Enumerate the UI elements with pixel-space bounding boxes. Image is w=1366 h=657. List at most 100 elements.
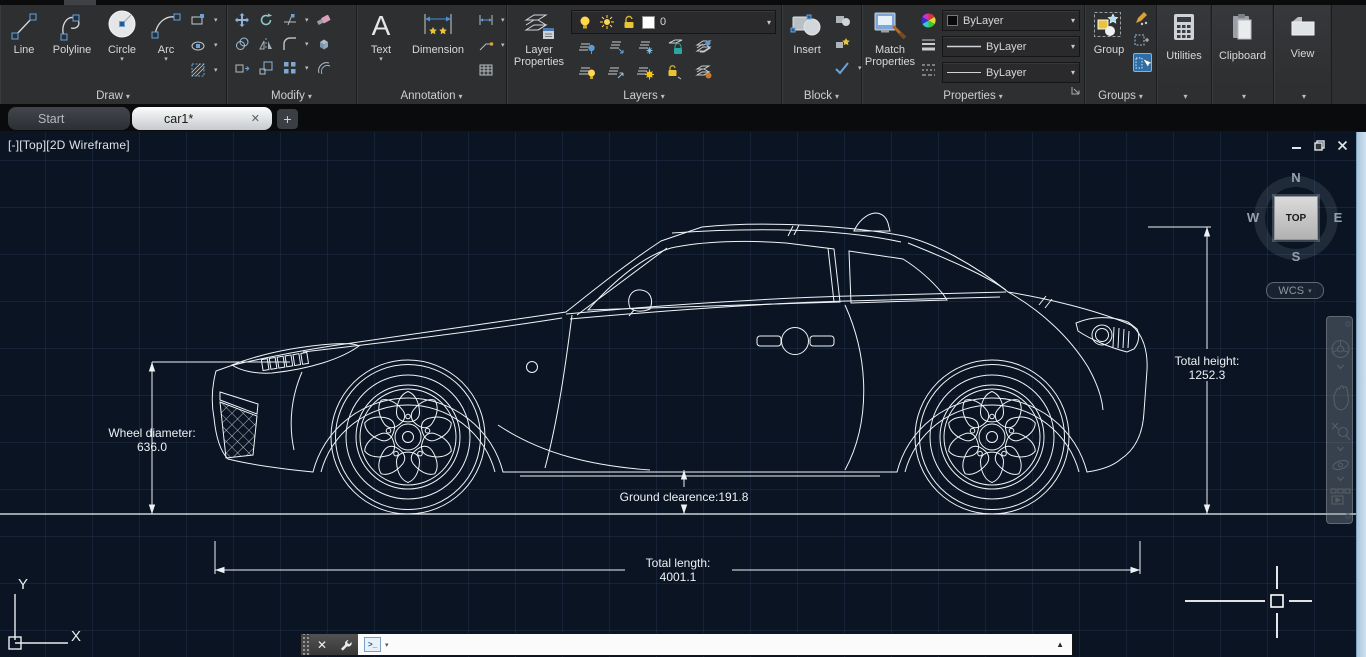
erase-icon[interactable] bbox=[316, 12, 333, 29]
view-button[interactable]: View bbox=[1275, 5, 1330, 86]
tab-drawing-car1[interactable]: car1* ✕ bbox=[132, 107, 272, 130]
draw-panel-title[interactable]: Draw▾ bbox=[0, 90, 226, 102]
linetype-icon[interactable] bbox=[920, 62, 937, 84]
fillet-caret[interactable]: ▾ bbox=[305, 40, 309, 48]
wcs-menu[interactable]: WCS▾ bbox=[1266, 282, 1324, 299]
fillet-icon[interactable] bbox=[281, 36, 298, 53]
linear-dimension-tool[interactable]: ▾ bbox=[477, 9, 505, 31]
move-icon[interactable] bbox=[233, 12, 250, 29]
rectangle-tool[interactable]: ▾ bbox=[190, 9, 218, 31]
explode-icon[interactable] bbox=[316, 36, 333, 53]
modify-panel-title[interactable]: Modify▾ bbox=[227, 90, 356, 102]
polyline-button[interactable]: Polyline bbox=[46, 8, 98, 56]
layer-pin-icon[interactable] bbox=[579, 39, 596, 56]
trim-caret[interactable]: ▾ bbox=[305, 16, 309, 24]
layer-combo-caret[interactable]: ▾ bbox=[767, 18, 771, 27]
layer-match-icon[interactable] bbox=[608, 39, 625, 56]
circle-button[interactable]: Circle ▾ bbox=[100, 8, 144, 64]
offset-icon[interactable] bbox=[316, 60, 333, 77]
layer-unlock-tool-icon[interactable] bbox=[666, 64, 683, 81]
ellipse-caret[interactable]: ▾ bbox=[214, 41, 218, 49]
rotate-icon[interactable] bbox=[257, 12, 274, 29]
rectangle-caret[interactable]: ▾ bbox=[214, 16, 218, 24]
clipboard-button[interactable]: Clipboard bbox=[1213, 5, 1272, 86]
restore-icon[interactable] bbox=[1311, 140, 1327, 151]
ungroup-tool[interactable] bbox=[1133, 9, 1150, 31]
command-history-toggle[interactable]: ▲ bbox=[1056, 640, 1064, 649]
view-panel-caret[interactable]: ▾ bbox=[1274, 90, 1331, 102]
linear-dimension-caret[interactable]: ▾ bbox=[501, 16, 505, 24]
layer-states-icon[interactable] bbox=[695, 39, 712, 56]
steering-wheel-icon[interactable] bbox=[1332, 341, 1349, 358]
command-input-area[interactable]: >_ ▾ ▲ bbox=[358, 634, 1072, 655]
group-edit-tool[interactable] bbox=[1133, 31, 1150, 53]
clipboard-panel-caret[interactable]: ▾ bbox=[1212, 90, 1273, 102]
scale-icon[interactable] bbox=[257, 60, 274, 77]
viewcube-east[interactable]: E bbox=[1323, 210, 1353, 225]
drawing-canvas[interactable]: Y X Wheel diameter: 636.0 Total height: … bbox=[0, 132, 1366, 657]
layer-on-icon[interactable] bbox=[579, 64, 596, 81]
create-block-tool[interactable] bbox=[834, 9, 851, 31]
minimize-icon[interactable] bbox=[1288, 140, 1304, 151]
viewcube-west[interactable]: W bbox=[1238, 210, 1268, 225]
annotation-panel-title[interactable]: Annotation▾ bbox=[357, 90, 506, 102]
command-bar-drag-handle[interactable] bbox=[301, 634, 310, 655]
leader-caret[interactable]: ▾ bbox=[501, 41, 505, 49]
orbit-icon[interactable] bbox=[1332, 459, 1350, 472]
leader-tool[interactable]: ▾ bbox=[477, 34, 505, 56]
zoom-icon[interactable] bbox=[1332, 423, 1350, 440]
block-panel-title[interactable]: Block▾ bbox=[782, 90, 861, 102]
manage-attributes-tool[interactable]: ▾ bbox=[834, 57, 862, 79]
lineweight-combo[interactable]: ByLayer ▾ bbox=[942, 36, 1080, 57]
showmotion-icon[interactable] bbox=[1331, 489, 1350, 504]
array-caret[interactable]: ▾ bbox=[305, 64, 309, 72]
lineweight-caret[interactable]: ▾ bbox=[1071, 42, 1075, 51]
viewcube-south[interactable]: S bbox=[1281, 249, 1311, 264]
linetype-caret[interactable]: ▾ bbox=[1071, 68, 1075, 77]
layer-freeze-icon[interactable] bbox=[637, 39, 654, 56]
arc-button[interactable]: Arc ▾ bbox=[146, 8, 186, 64]
insert-button[interactable]: Insert bbox=[784, 8, 830, 56]
circle-flyout-caret[interactable]: ▾ bbox=[100, 56, 144, 64]
dimension-button[interactable]: Dimension bbox=[403, 8, 473, 56]
table-tool[interactable] bbox=[477, 59, 494, 81]
copy-icon[interactable] bbox=[233, 36, 250, 53]
command-input[interactable] bbox=[393, 637, 1053, 653]
viewport-controls-label[interactable]: [-][Top][2D Wireframe] bbox=[8, 138, 130, 152]
text-button[interactable]: A Text ▾ bbox=[361, 8, 401, 64]
layer-lock-icon[interactable] bbox=[666, 39, 683, 56]
layer-thaw-icon[interactable] bbox=[637, 64, 654, 81]
linetype-combo[interactable]: ByLayer ▾ bbox=[942, 62, 1080, 83]
hatch-tool[interactable]: ▾ bbox=[190, 59, 218, 81]
viewcube-top-face[interactable]: TOP bbox=[1274, 196, 1318, 240]
array-icon[interactable] bbox=[281, 60, 298, 77]
groups-panel-title[interactable]: Groups▾ bbox=[1085, 90, 1156, 102]
text-caret[interactable]: ▾ bbox=[361, 56, 401, 64]
define-attributes-tool[interactable] bbox=[834, 33, 851, 55]
match-properties-button[interactable]: Match Properties bbox=[864, 8, 916, 68]
color-wheel-icon[interactable] bbox=[920, 12, 937, 34]
layer-previous-icon[interactable] bbox=[608, 64, 625, 81]
new-tab-button[interactable]: + bbox=[277, 109, 298, 129]
utilities-panel-caret[interactable]: ▾ bbox=[1157, 90, 1211, 102]
tab-close-icon[interactable]: ✕ bbox=[251, 112, 260, 125]
hatch-caret[interactable]: ▾ bbox=[214, 66, 218, 74]
command-customize-button[interactable] bbox=[334, 634, 358, 655]
trim-icon[interactable] bbox=[281, 12, 298, 29]
object-color-combo[interactable]: ByLayer ▾ bbox=[942, 10, 1080, 31]
layer-select-combo[interactable]: 0 ▾ bbox=[571, 10, 776, 34]
arc-flyout-caret[interactable]: ▾ bbox=[146, 56, 186, 64]
close-icon[interactable] bbox=[1334, 140, 1350, 151]
pan-hand-icon[interactable] bbox=[1334, 386, 1348, 410]
lineweight-icon[interactable] bbox=[920, 37, 937, 59]
layer-properties-button[interactable]: Layer Properties bbox=[511, 8, 567, 68]
object-color-caret[interactable]: ▾ bbox=[1071, 16, 1075, 25]
vertical-scrollbar[interactable] bbox=[1356, 132, 1366, 657]
layers-panel-title[interactable]: Layers▾ bbox=[507, 90, 781, 102]
command-close-button[interactable]: ✕ bbox=[310, 634, 334, 655]
viewcube-north[interactable]: N bbox=[1281, 170, 1311, 185]
mirror-icon[interactable] bbox=[257, 36, 274, 53]
group-selection-toggle[interactable] bbox=[1133, 53, 1152, 72]
manage-attributes-caret[interactable]: ▾ bbox=[858, 64, 862, 72]
command-prompt-caret[interactable]: ▾ bbox=[385, 641, 389, 649]
